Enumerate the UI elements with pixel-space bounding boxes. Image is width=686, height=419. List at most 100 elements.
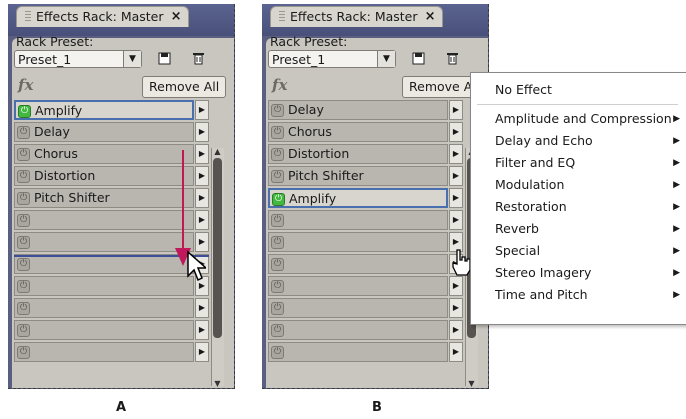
power-icon[interactable]: ⏻ <box>17 302 30 315</box>
panel-tab[interactable]: Effects Rack: Master × <box>270 6 443 27</box>
effect-slot-body[interactable]: ⏻ Pitch Shifter <box>268 166 448 186</box>
effect-slot-body[interactable]: ⏻ <box>268 320 448 340</box>
save-preset-icon[interactable] <box>411 52 425 66</box>
effect-slot-body[interactable]: ⏻ <box>14 210 194 230</box>
effect-slot-body[interactable]: ⏻ <box>14 342 194 362</box>
effect-slot-body[interactable]: ⏻ <box>14 298 194 318</box>
effect-slot[interactable]: ⏻▶ <box>268 276 472 296</box>
menu-item-category[interactable]: Time and Pitch ▶ <box>471 284 686 306</box>
panel-tab[interactable]: Effects Rack: Master × <box>16 6 189 27</box>
close-icon[interactable]: × <box>171 7 182 27</box>
effect-slot-body[interactable]: ⏻ <box>268 232 448 252</box>
power-icon[interactable]: ⏻ <box>271 302 284 315</box>
effect-slot-body[interactable]: ⏻ <box>268 276 448 296</box>
effect-slot[interactable]: ⏻▶ <box>268 254 472 274</box>
effect-menu-arrow-icon[interactable]: ▶ <box>449 210 463 230</box>
menu-item-category[interactable]: Special ▶ <box>471 240 686 262</box>
power-icon[interactable]: ⏻ <box>17 324 30 337</box>
save-preset-icon[interactable] <box>157 52 171 66</box>
effect-slot-body[interactable]: ⏻ Pitch Shifter <box>14 188 194 208</box>
effect-slot[interactable]: ⏻▶ <box>14 342 218 362</box>
menu-item-category[interactable]: Delay and Echo ▶ <box>471 130 686 152</box>
power-icon[interactable]: ⏻ <box>271 324 284 337</box>
effect-menu-arrow-icon[interactable]: ▶ <box>449 298 463 318</box>
grip-icon[interactable] <box>279 11 285 23</box>
effect-slot-body[interactable]: ⏻ Chorus <box>268 122 448 142</box>
power-icon[interactable]: ⏻ <box>17 148 30 161</box>
effect-slot[interactable]: ⏻ Distortion ▶ <box>268 144 472 164</box>
power-icon[interactable]: ⏻ <box>17 280 30 293</box>
power-icon[interactable]: ⏻ <box>271 258 284 271</box>
preset-select[interactable]: Preset_1 ▼ <box>268 50 396 68</box>
effect-menu-arrow-icon[interactable]: ▶ <box>195 298 209 318</box>
effect-slot[interactable]: ⏻▶ <box>14 298 218 318</box>
power-icon[interactable]: ⏻ <box>271 280 284 293</box>
menu-item-category[interactable]: Reverb ▶ <box>471 218 686 240</box>
grip-icon[interactable] <box>25 11 31 23</box>
power-icon[interactable]: ⏻ <box>271 148 284 161</box>
effect-slot-body[interactable]: ⏻ Chorus <box>14 144 194 164</box>
scrollbar-thumb[interactable] <box>213 158 222 338</box>
effect-slot[interactable]: ⏻▶ <box>268 298 472 318</box>
power-icon[interactable]: ⏻ <box>17 126 30 139</box>
effect-menu-arrow-icon[interactable]: ▶ <box>449 320 463 340</box>
power-icon[interactable]: ⏻ <box>17 258 30 271</box>
effect-slot-body[interactable]: ⏻ Delay <box>14 122 194 142</box>
effect-menu-arrow-icon[interactable]: ▶ <box>449 144 463 164</box>
preset-select[interactable]: Preset_1 ▼ <box>14 50 142 68</box>
effect-menu-arrow-icon[interactable]: ▶ <box>449 122 463 142</box>
effect-slot[interactable]: ⏻ Delay ▶ <box>14 122 218 142</box>
effect-slot-body[interactable]: ⏻ <box>14 320 194 340</box>
effect-slot-body[interactable]: ⏻ Distortion <box>268 144 448 164</box>
effect-slot[interactable]: ⏻▶ <box>268 320 472 340</box>
effect-slot-body[interactable]: ⏻ <box>14 276 194 296</box>
scroll-down-icon[interactable]: ▼ <box>466 379 477 388</box>
effect-slot[interactable]: ⏻ Pitch Shifter ▶ <box>268 166 472 186</box>
effect-slot[interactable]: ⏻ Amplify ▶ <box>268 188 472 208</box>
effect-slot-body[interactable]: ⏻ Distortion <box>14 166 194 186</box>
effect-menu-arrow-icon[interactable]: ▶ <box>195 320 209 340</box>
power-icon[interactable]: ⏻ <box>271 214 284 227</box>
remove-all-button[interactable]: Remove A <box>402 76 480 98</box>
power-icon[interactable]: ⏻ <box>17 236 30 249</box>
effect-slot-body[interactable]: ⏻ <box>268 342 448 362</box>
effect-menu-arrow-icon[interactable]: ▶ <box>449 342 463 362</box>
menu-item-category[interactable]: Stereo Imagery ▶ <box>471 262 686 284</box>
scroll-down-icon[interactable]: ▼ <box>212 379 223 388</box>
power-icon[interactable]: ⏻ <box>18 105 31 118</box>
chevron-down-icon[interactable]: ▼ <box>123 51 141 67</box>
effect-menu-arrow-icon[interactable]: ▶ <box>195 342 209 362</box>
menu-item-category[interactable]: Modulation ▶ <box>471 174 686 196</box>
menu-item-no-effect[interactable]: No Effect <box>471 79 686 101</box>
effect-menu-arrow-icon[interactable]: ▶ <box>449 166 463 186</box>
effect-slot[interactable]: ⏻ Amplify ▶ <box>14 100 218 120</box>
effect-slot[interactable]: ⏻ Chorus ▶ <box>268 122 472 142</box>
scrollbar[interactable]: ▲ ▼ <box>211 147 224 388</box>
delete-preset-icon[interactable] <box>445 51 459 65</box>
menu-item-category[interactable]: Amplitude and Compression ▶ <box>471 108 686 130</box>
power-icon[interactable]: ⏻ <box>271 346 284 359</box>
scroll-up-icon[interactable]: ▲ <box>212 147 223 156</box>
effect-slot-body[interactable]: ⏻ <box>268 210 448 230</box>
effect-slot-body[interactable]: ⏻ <box>268 298 448 318</box>
effect-slot-body[interactable]: ⏻ Amplify <box>268 188 448 208</box>
menu-item-category[interactable]: Filter and EQ ▶ <box>471 152 686 174</box>
effect-slot-body[interactable]: ⏻ <box>268 254 448 274</box>
power-icon[interactable]: ⏻ <box>271 170 284 183</box>
power-icon[interactable]: ⏻ <box>271 126 284 139</box>
effect-slot-body[interactable]: ⏻ <box>14 254 194 274</box>
delete-preset-icon[interactable] <box>191 51 205 65</box>
menu-item-category[interactable]: Restoration ▶ <box>471 196 686 218</box>
effect-menu-arrow-icon[interactable]: ▶ <box>449 276 463 296</box>
remove-all-button[interactable]: Remove All <box>142 76 227 98</box>
power-icon[interactable]: ⏻ <box>17 346 30 359</box>
power-icon[interactable]: ⏻ <box>17 170 30 183</box>
power-icon[interactable]: ⏻ <box>17 192 30 205</box>
power-icon[interactable]: ⏻ <box>271 236 284 249</box>
effect-menu-arrow-icon[interactable]: ▶ <box>195 100 209 120</box>
power-icon[interactable]: ⏻ <box>271 104 284 117</box>
effect-slot[interactable]: ⏻▶ <box>268 232 472 252</box>
effect-slot[interactable]: ⏻ Delay ▶ <box>268 100 472 120</box>
effect-menu-arrow-icon[interactable]: ▶ <box>195 122 209 142</box>
chevron-down-icon[interactable]: ▼ <box>377 51 395 67</box>
